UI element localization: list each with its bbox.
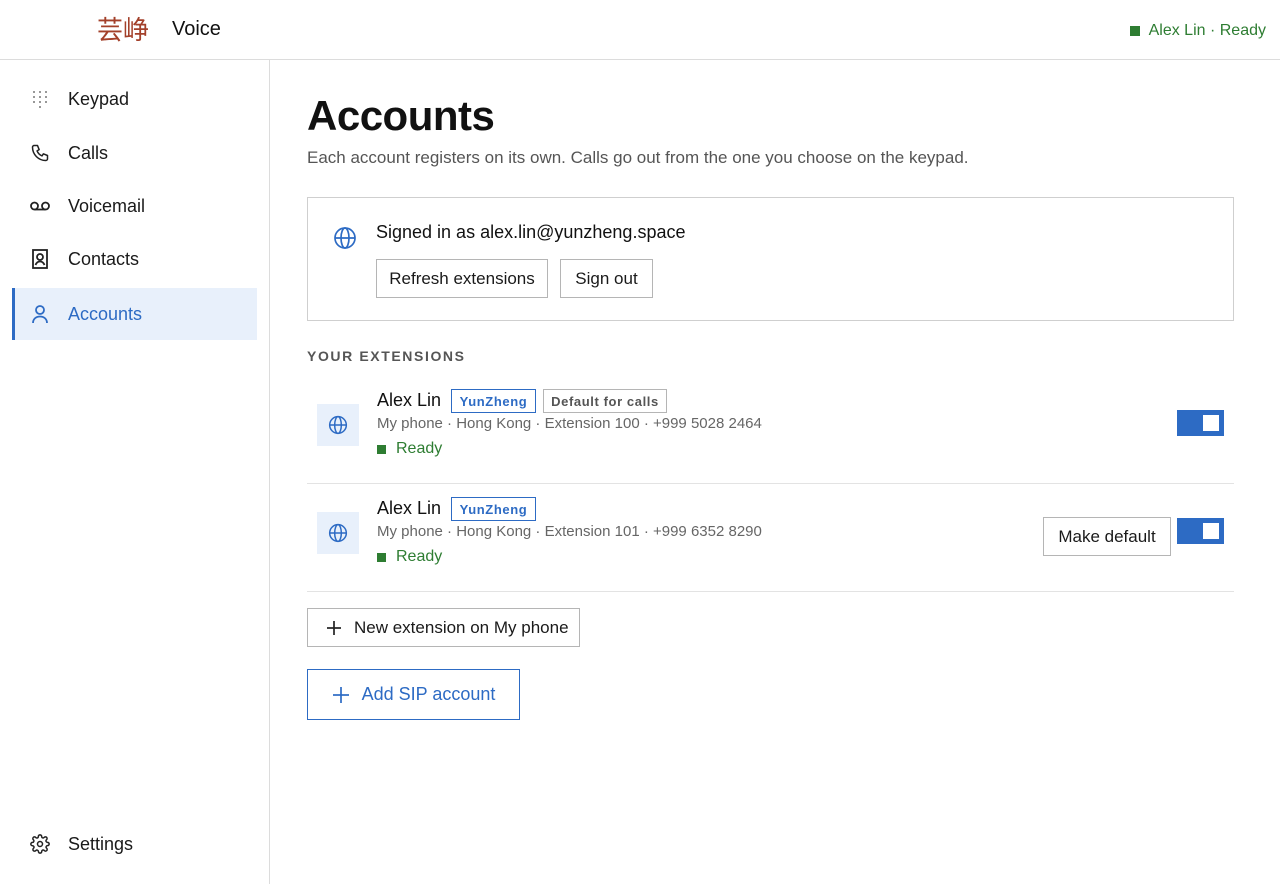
sidebar-item-label: Keypad [68,88,130,109]
app-name: Voice [172,18,221,40]
svg-text:芸峥: 芸峥 [97,16,149,46]
default-tag: Default for calls [543,389,667,413]
plus-icon [326,620,342,636]
org-tag: YunZheng [451,389,536,413]
toggle-knob [1203,523,1219,539]
keypad-icon [29,88,51,110]
page-subtitle: Each account registers on its own. Calls… [307,148,969,167]
globe-icon [333,226,357,255]
extension-status-text: Ready [396,440,443,457]
brand-logo: 芸峥 [97,14,161,46]
sidebar-item-contacts[interactable]: Contacts [12,233,257,285]
sidebar-item-label: Voicemail [68,195,146,216]
org-tag: YunZheng [451,497,536,521]
ready-status-icon [377,444,386,454]
section-label: YOUR EXTENSIONS [307,348,466,364]
extension-status: Ready [377,440,442,458]
refresh-extensions-button[interactable]: Refresh extensions [376,259,548,298]
sign-out-button[interactable]: Sign out [560,259,653,298]
sidebar: Keypad Calls Voicemail Contacts Accounts… [0,60,270,884]
contact-card-icon [29,248,51,270]
person-icon [29,303,51,325]
sidebar-item-settings[interactable]: Settings [12,818,257,870]
extension-status: Ready [377,548,442,566]
extension-status-text: Ready [396,548,443,565]
sidebar-item-label: Settings [68,833,134,854]
make-default-button[interactable]: Make default [1043,517,1171,556]
toggle-knob [1203,415,1219,431]
signin-card: Signed in as alex.lin@yunzheng.space Ref… [307,197,1234,321]
gear-icon [29,833,51,855]
sidebar-item-keypad[interactable]: Keypad [12,73,257,125]
sidebar-item-label: Contacts [68,248,140,269]
extension-name: Alex Lin [377,498,442,518]
voicemail-icon [29,195,51,217]
ready-status-icon [377,552,386,562]
sidebar-item-accounts[interactable]: Accounts [12,288,257,340]
extension-enabled-toggle[interactable] [1177,518,1224,544]
ready-status-icon [1129,26,1140,36]
extension-detail: My phone · Hong Kong · Extension 100 · +… [377,415,762,432]
user-status-text: Alex Lin · Ready [1148,22,1266,39]
top-bar: 芸峥 Voice Alex Lin · Ready [0,0,1280,60]
user-status: Alex Lin · Ready [1129,22,1266,40]
sidebar-item-label: Calls [68,142,109,163]
extension-enabled-toggle[interactable] [1177,410,1224,436]
extension-detail: My phone · Hong Kong · Extension 101 · +… [377,523,762,540]
sidebar-item-label: Accounts [68,303,143,324]
add-sip-account-button[interactable]: Add SIP account [307,669,520,720]
plus-icon [332,686,350,704]
new-extension-button[interactable]: New extension on My phone [307,608,580,647]
page-title: Accounts [307,92,495,139]
extension-row: Alex Lin YunZheng My phone · Hong Kong ·… [307,484,1234,592]
extension-name: Alex Lin [377,390,442,410]
new-extension-label: New extension on My phone [354,617,569,637]
signed-in-text: Signed in as alex.lin@yunzheng.space [376,222,686,242]
add-sip-label: Add SIP account [361,684,496,704]
phone-icon [29,142,51,164]
sidebar-item-calls[interactable]: Calls [12,127,257,179]
sidebar-item-voicemail[interactable]: Voicemail [12,180,257,232]
globe-icon [317,404,359,446]
globe-icon [317,512,359,554]
extension-row: Alex Lin YunZheng Default for calls My p… [307,376,1234,484]
